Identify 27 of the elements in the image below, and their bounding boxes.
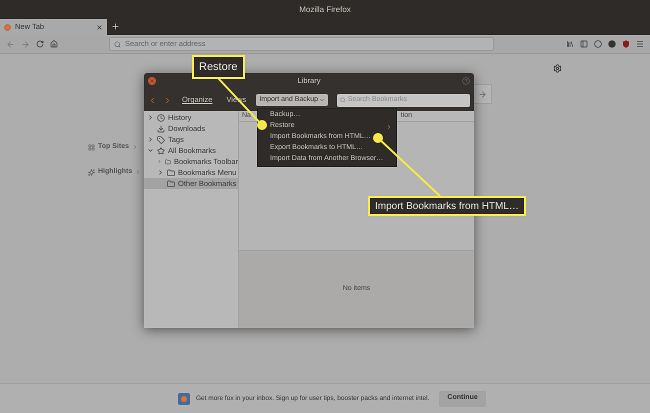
close-icon[interactable] <box>148 77 156 85</box>
shield-icon[interactable] <box>622 40 630 48</box>
chevron-icon <box>132 144 138 150</box>
search-icon <box>114 40 121 48</box>
submenu-icon <box>386 124 392 130</box>
new-tab-icon[interactable] <box>111 22 120 31</box>
go-button[interactable] <box>472 84 492 104</box>
menu-icon[interactable] <box>636 40 644 48</box>
library-icon[interactable] <box>566 40 574 48</box>
home-icon[interactable] <box>50 40 58 48</box>
grid-icon <box>88 144 95 151</box>
callout-label: Restore <box>192 55 245 79</box>
sidebar-icon[interactable] <box>580 40 588 48</box>
close-icon[interactable] <box>96 24 103 30</box>
forward-icon[interactable] <box>163 96 172 104</box>
settings-icon[interactable] <box>553 64 562 73</box>
chevron-icon[interactable] <box>147 114 154 121</box>
caret-icon <box>319 97 326 103</box>
search-icon <box>340 97 346 103</box>
arrow-icon <box>478 90 486 98</box>
sparkle-icon <box>88 168 95 176</box>
callout-label: Import Bookmarks from HTML… <box>368 196 526 216</box>
fox-icon <box>178 392 190 404</box>
window-title: Mozilla Firefox <box>299 4 351 16</box>
chevron-icon <box>135 169 142 176</box>
reload-icon[interactable] <box>36 40 44 48</box>
back-icon[interactable] <box>148 96 157 104</box>
